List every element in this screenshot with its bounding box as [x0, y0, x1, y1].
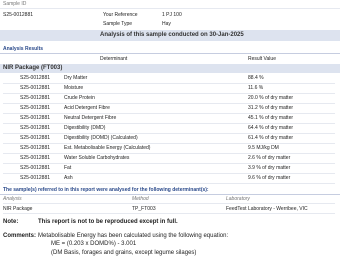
row-determinant: Ash	[64, 175, 73, 181]
table-row: S25-0012881 Fat 3.9 % of dry matter	[0, 164, 340, 174]
your-reference-label: Your Reference	[103, 12, 138, 18]
package-band: NIR Package (FT003)	[0, 64, 340, 73]
comments-line-2: ME = (0.203 x DOMD%) - 3.001	[51, 241, 137, 247]
divider	[0, 194, 340, 195]
table-row: S25-0012881 Ash 9.6 % of dry matter	[0, 174, 340, 184]
method-header-analysis: Analysis	[3, 196, 22, 202]
row-sample-id: S25-0012881	[20, 125, 51, 131]
table-row: S25-0012881 Acid Detergent Fibre 31.2 % of…	[0, 104, 340, 114]
method-row-analysis: NIR Package	[3, 206, 33, 212]
row-result-value: 9.5 MJ/kg DM	[248, 145, 279, 151]
table-row: S25-0012881 Digestibility (DOMD) (Calcula…	[0, 134, 340, 144]
row-result-value: 31.2 % of dry matter	[248, 105, 294, 111]
row-determinant: Fat	[64, 165, 72, 171]
comments-line-3: (DM Basis, forages and grains, except le…	[51, 250, 197, 256]
divider	[3, 213, 335, 214]
analysis-results-title: Analysis Results	[3, 46, 44, 52]
row-result-value: 45.1 % of dry matter	[248, 115, 294, 121]
row-determinant: Water Soluble Carbohydrates	[64, 155, 130, 161]
row-sample-id: S25-0012881	[20, 155, 51, 161]
note-text: This report is not to be reproduced exce…	[38, 219, 178, 225]
row-determinant: Est. Metabolisable Energy (Calculated)	[64, 145, 151, 151]
row-result-value: 88.4 %	[248, 75, 264, 81]
comments-line-1: Metabolisable Energy has been calculated…	[38, 233, 229, 239]
row-determinant: Moisture	[64, 85, 84, 91]
row-sample-id: S25-0012881	[20, 95, 51, 101]
divider	[0, 53, 340, 54]
row-result-value: 64.4 % of dry matter	[248, 125, 294, 131]
row-determinant: Dry Matter	[64, 75, 88, 81]
row-sample-id: S25-0012881	[20, 145, 51, 151]
sample-type-label: Sample Type	[103, 21, 133, 27]
row-result-value: 3.9 % of dry matter	[248, 165, 291, 171]
row-sample-id: S25-0012881	[20, 75, 51, 81]
divider	[0, 8, 340, 9]
analysed-note: The sample(s) referred to in this report…	[3, 187, 209, 193]
row-sample-id: S25-0012881	[20, 85, 51, 91]
row-result-value: 20.0 % of dry matter	[248, 95, 294, 101]
package-title: NIR Package (FT003)	[3, 65, 63, 71]
row-divider	[3, 183, 335, 184]
row-result-value: 9.6 % of dry matter	[248, 175, 291, 181]
method-row-laboratory: FeedTest Laboratory - Werribee, VIC	[226, 206, 308, 212]
method-header-method: Method	[132, 196, 149, 202]
divider	[3, 203, 335, 204]
row-determinant: Crude Protein	[64, 95, 95, 101]
table-row: S25-0012881 Est. Metabolisable Energy (Ca…	[0, 144, 340, 154]
table-row: S25-0012881 Moisture 11.6 %	[0, 84, 340, 94]
header-determinant: Determinant	[100, 56, 128, 62]
table-row: S25-0012881 Digestibility (DMD) 64.4 % of …	[0, 124, 340, 134]
sample-id-value: S25-0012881	[3, 12, 34, 18]
table-row: S25-0012881 Water Soluble Carbohydrates 2.…	[0, 154, 340, 164]
table-row: S25-0012881 Dry Matter 88.4 %	[0, 74, 340, 84]
row-determinant: Acid Detergent Fibre	[64, 105, 110, 111]
method-row-method: TP_FT003	[132, 206, 156, 212]
your-reference-value: 1 PJ 100	[162, 12, 182, 18]
row-sample-id: S25-0012881	[20, 115, 51, 121]
row-sample-id: S25-0012881	[20, 135, 51, 141]
row-determinant: Neutral Detergent Fibre	[64, 115, 117, 121]
analysis-banner: Analysis of this sample conducted on 30-…	[0, 30, 340, 41]
table-row: S25-0012881 Crude Protein 20.0 % of dry ma…	[0, 94, 340, 104]
row-sample-id: S25-0012881	[20, 105, 51, 111]
method-header-laboratory: Laboratory	[226, 196, 250, 202]
row-determinant: Digestibility (DMD)	[64, 125, 106, 131]
row-determinant: Digestibility (DOMD) (Calculated)	[64, 135, 138, 141]
sample-id-label: Sample ID	[3, 1, 27, 7]
comments-label: Comments:	[3, 233, 37, 239]
row-sample-id: S25-0012881	[20, 165, 51, 171]
row-result-value: 2.6 % of dry matter	[248, 155, 291, 161]
analysis-banner-text: Analysis of this sample conducted on 30-…	[100, 32, 244, 38]
row-sample-id: S25-0012881	[20, 175, 51, 181]
note-label: Note:	[3, 219, 19, 225]
header-result-value: Result Value	[248, 56, 276, 62]
row-result-value: 11.6 %	[248, 85, 264, 91]
row-result-value: 61.4 % of dry matter	[248, 135, 294, 141]
sample-type-value: Hay	[162, 21, 171, 27]
table-row: S25-0012881 Neutral Detergent Fibre 45.1 %…	[0, 114, 340, 124]
